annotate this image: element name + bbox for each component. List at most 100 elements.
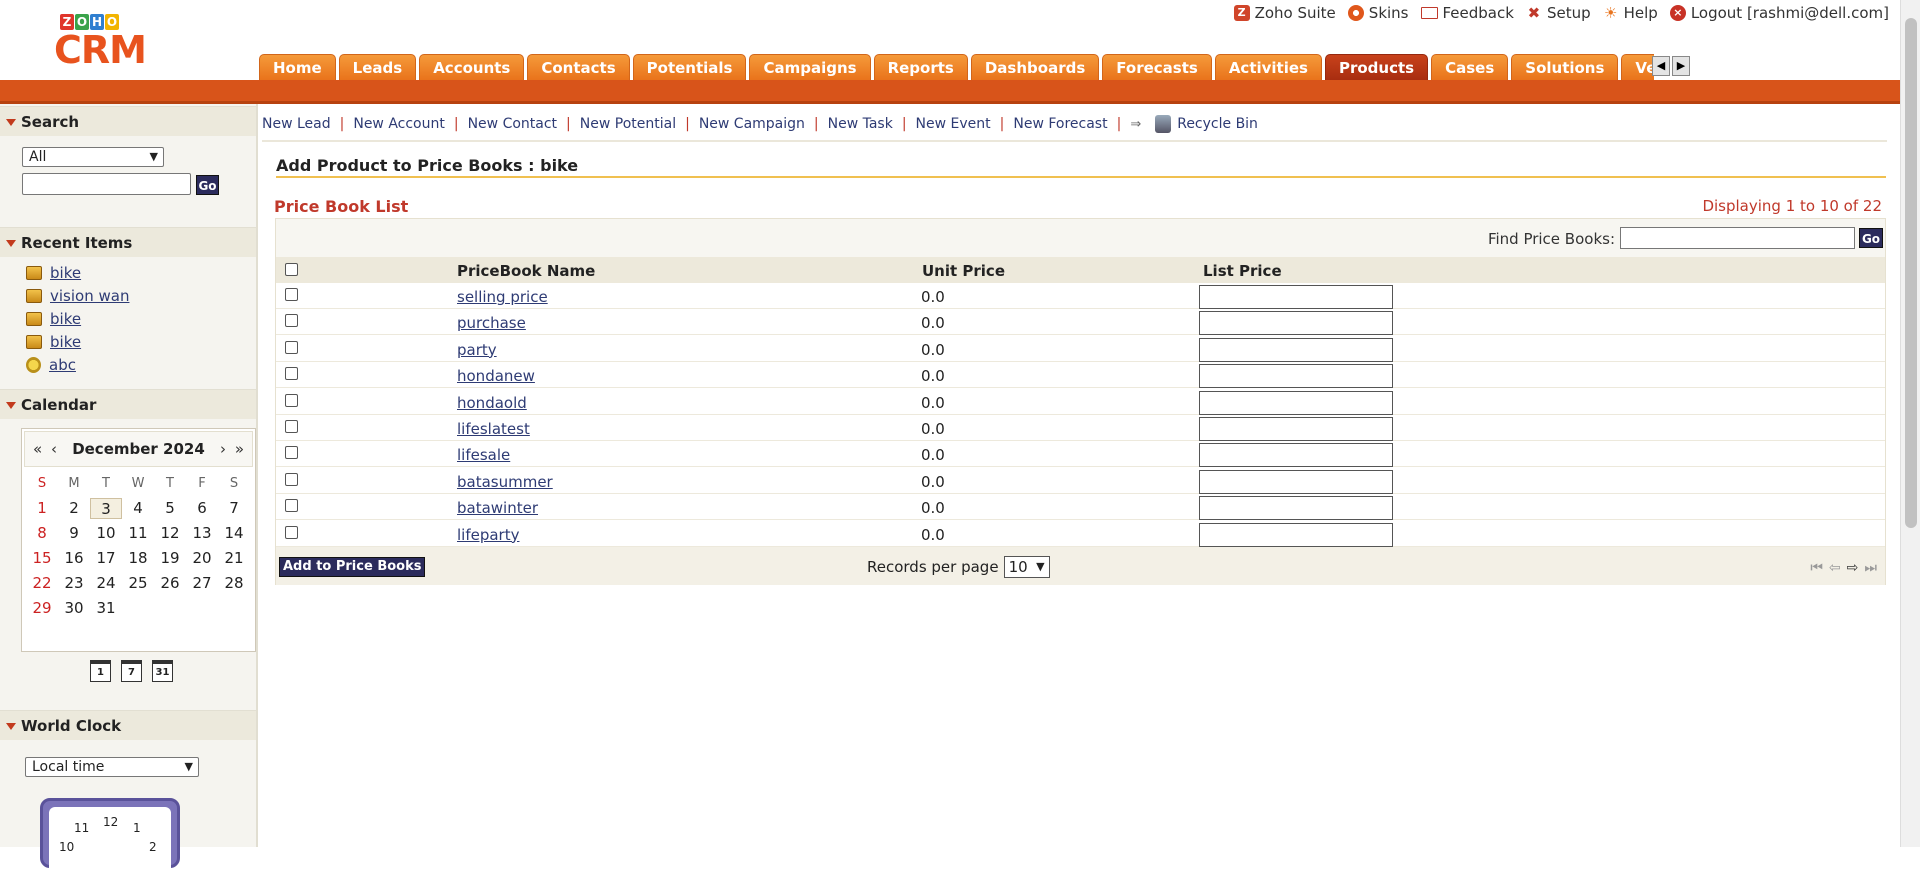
tab-products[interactable]: Products bbox=[1324, 54, 1429, 80]
tab-dashboards[interactable]: Dashboards bbox=[970, 54, 1100, 80]
month-view-icon[interactable]: 31 bbox=[152, 660, 173, 682]
price-book-name-link[interactable]: selling price bbox=[457, 288, 548, 306]
tab-reports[interactable]: Reports bbox=[873, 54, 968, 80]
quick-link-new-event[interactable]: New Event bbox=[916, 116, 991, 132]
tab-solutions[interactable]: Solutions bbox=[1511, 54, 1619, 80]
zoho-crm-logo[interactable]: ZOHO CRM bbox=[54, 14, 186, 70]
add-to-price-books-button[interactable]: Add to Price Books bbox=[279, 557, 426, 577]
calendar-day[interactable]: 13 bbox=[186, 523, 218, 544]
recent-item-label[interactable]: vision wan bbox=[50, 287, 129, 305]
calendar-day[interactable]: 23 bbox=[58, 573, 90, 594]
price-book-name-link[interactable]: purchase bbox=[457, 314, 526, 332]
quick-link-new-forecast[interactable]: New Forecast bbox=[1013, 116, 1107, 132]
calendar-day[interactable]: 5 bbox=[154, 498, 186, 519]
page-scrollbar[interactable] bbox=[1900, 0, 1920, 847]
calendar-day[interactable]: 29 bbox=[26, 598, 58, 619]
tab-home[interactable]: Home bbox=[259, 54, 336, 80]
list-price-input[interactable] bbox=[1199, 364, 1393, 389]
calendar-day[interactable]: 6 bbox=[186, 498, 218, 519]
quick-link-new-account[interactable]: New Account bbox=[353, 116, 445, 132]
calendar-day[interactable]: 2 bbox=[58, 498, 90, 519]
calendar-day[interactable]: 9 bbox=[58, 523, 90, 544]
setup-link[interactable]: ✖ Setup bbox=[1526, 4, 1591, 22]
calendar-day[interactable]: 22 bbox=[26, 573, 58, 594]
list-price-input[interactable] bbox=[1199, 417, 1393, 441]
recent-item-label[interactable]: bike bbox=[50, 264, 81, 282]
list-price-input[interactable] bbox=[1199, 390, 1393, 415]
scrollbar-thumb[interactable] bbox=[1905, 18, 1917, 528]
calendar-day[interactable]: 7 bbox=[218, 498, 250, 519]
recent-item[interactable]: bike bbox=[26, 333, 81, 351]
recent-item-label[interactable]: bike bbox=[50, 310, 81, 328]
calendar-day[interactable]: 24 bbox=[90, 573, 122, 594]
row-checkbox[interactable] bbox=[285, 340, 298, 354]
select-all-checkbox[interactable] bbox=[285, 263, 298, 276]
search-go-button[interactable]: Go bbox=[196, 175, 219, 195]
calendar-day[interactable]: 16 bbox=[58, 548, 90, 569]
find-price-books-input[interactable] bbox=[1620, 227, 1855, 249]
quick-link-new-campaign[interactable]: New Campaign bbox=[699, 116, 805, 132]
quick-link-new-lead[interactable]: New Lead bbox=[262, 116, 331, 132]
recent-item[interactable]: vision wan bbox=[26, 287, 129, 305]
row-checkbox[interactable] bbox=[285, 472, 298, 486]
tab-potentials[interactable]: Potentials bbox=[632, 54, 747, 80]
calendar-day[interactable]: 10 bbox=[90, 523, 122, 544]
row-checkbox[interactable] bbox=[285, 525, 298, 539]
next-year-button[interactable]: » bbox=[235, 440, 244, 458]
calendar-day[interactable]: 1 bbox=[26, 498, 58, 519]
calendar-day[interactable]: 31 bbox=[90, 598, 122, 619]
price-book-name-link[interactable]: hondanew bbox=[457, 367, 535, 385]
price-book-name-link[interactable]: lifesale bbox=[457, 446, 510, 464]
list-price-input[interactable] bbox=[1199, 311, 1393, 336]
row-checkbox[interactable] bbox=[285, 367, 298, 381]
next-page-icon[interactable]: ⇨ bbox=[1847, 560, 1859, 576]
day-view-icon[interactable]: 1 bbox=[90, 660, 111, 682]
calendar-day[interactable]: 26 bbox=[154, 573, 186, 594]
tab-vendors[interactable]: Vendors bbox=[1621, 54, 1654, 80]
tab-scroll-right-button[interactable]: ▶ bbox=[1672, 56, 1690, 76]
tab-forecasts[interactable]: Forecasts bbox=[1102, 54, 1212, 80]
price-book-name-link[interactable]: batasummer bbox=[457, 473, 553, 491]
calendar-day[interactable]: 21 bbox=[218, 548, 250, 569]
quick-link-new-contact[interactable]: New Contact bbox=[468, 116, 557, 132]
list-price-input[interactable] bbox=[1199, 337, 1393, 362]
search-section-toggle[interactable]: Search bbox=[0, 106, 256, 136]
row-checkbox[interactable] bbox=[285, 393, 298, 407]
tab-cases[interactable]: Cases bbox=[1431, 54, 1509, 80]
next-month-button[interactable]: › bbox=[220, 440, 226, 458]
search-input[interactable] bbox=[22, 173, 191, 195]
calendar-day[interactable]: 18 bbox=[122, 548, 154, 569]
calendar-day[interactable]: 4 bbox=[122, 498, 154, 519]
week-view-icon[interactable]: 7 bbox=[121, 660, 142, 682]
tab-activities[interactable]: Activities bbox=[1214, 54, 1322, 80]
feedback-link[interactable]: Feedback bbox=[1420, 4, 1514, 22]
row-checkbox[interactable] bbox=[285, 420, 298, 433]
row-checkbox[interactable] bbox=[285, 446, 298, 460]
quick-link-new-task[interactable]: New Task bbox=[828, 116, 893, 132]
calendar-day[interactable]: 20 bbox=[186, 548, 218, 569]
price-book-name-link[interactable]: lifeslatest bbox=[457, 420, 530, 438]
tab-leads[interactable]: Leads bbox=[338, 54, 417, 80]
calendar-day[interactable]: 8 bbox=[26, 523, 58, 544]
recycle-bin-link[interactable]: Recycle Bin bbox=[1155, 115, 1258, 133]
calendar-day[interactable]: 28 bbox=[218, 573, 250, 594]
recent-items-section-toggle[interactable]: Recent Items bbox=[0, 227, 256, 257]
search-module-select[interactable]: All ▼ bbox=[22, 147, 164, 167]
tab-accounts[interactable]: Accounts bbox=[419, 54, 525, 80]
calendar-section-toggle[interactable]: Calendar bbox=[0, 389, 256, 419]
list-price-input[interactable] bbox=[1199, 285, 1393, 309]
more-links-icon[interactable]: ⇒ bbox=[1130, 117, 1141, 132]
row-checkbox[interactable] bbox=[285, 314, 298, 328]
records-per-page-select[interactable]: 10 ▼ bbox=[1003, 556, 1050, 578]
calendar-day[interactable]: 25 bbox=[122, 573, 154, 594]
calendar-day[interactable]: 15 bbox=[26, 548, 58, 569]
find-go-button[interactable]: Go bbox=[1859, 228, 1883, 248]
price-book-name-link[interactable]: batawinter bbox=[457, 499, 538, 517]
zoho-suite-link[interactable]: Z Zoho Suite bbox=[1233, 4, 1336, 22]
last-page-icon[interactable]: ⏭ bbox=[1864, 560, 1877, 576]
calendar-day[interactable]: 11 bbox=[122, 523, 154, 544]
recent-item-label[interactable]: bike bbox=[50, 333, 81, 351]
list-price-input[interactable] bbox=[1199, 522, 1393, 547]
calendar-day[interactable]: 27 bbox=[186, 573, 218, 594]
recent-item[interactable]: abc bbox=[26, 356, 76, 374]
